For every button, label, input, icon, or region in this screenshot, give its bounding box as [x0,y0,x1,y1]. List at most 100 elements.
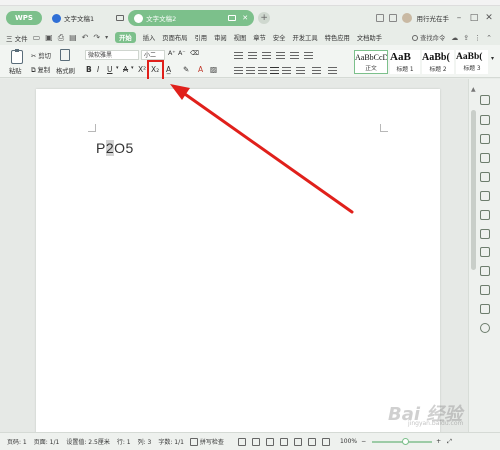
style-heading-3[interactable]: AaBb( 标题 3 [456,50,488,74]
share-icon[interactable]: ⇪ [463,34,469,42]
align-right-icon[interactable] [258,67,267,74]
style-heading-1[interactable]: AaB 标题 1 [390,50,420,74]
numbered-list-icon[interactable] [248,52,257,59]
style-heading-2[interactable]: AaBb( 标题 2 [422,50,454,74]
tab-display-icon[interactable] [116,15,125,21]
menu-start[interactable]: 开始 [115,32,136,43]
border-icon[interactable] [328,67,337,74]
more-options-icon[interactable]: ⋮ [474,34,481,42]
status-spellcheck[interactable]: 拼写检查 [200,437,224,446]
menu-section[interactable]: 章节 [253,33,266,42]
adjust-icon[interactable] [480,229,490,239]
print-icon[interactable]: ⎙ [58,33,64,43]
style-normal[interactable]: AaBbCcDd 正文 [354,50,388,74]
copy-button[interactable]: ⧉ 复制 [31,65,50,75]
text-effect-icon[interactable]: A̲ [166,65,171,74]
command-search[interactable]: 查找命令 [412,33,445,42]
help-icon[interactable] [480,323,490,333]
table-icon[interactable] [480,210,490,220]
spellcheck-icon[interactable] [189,437,198,446]
format-painter-button[interactable]: 格式刷 [56,66,75,75]
view-mode-icon[interactable] [237,437,246,446]
underline-dropdown-icon[interactable]: ▾ [116,65,119,71]
underline-button[interactable]: U [107,65,113,74]
decrease-indent-icon[interactable] [262,52,271,59]
paste-button[interactable]: 粘贴 [9,66,22,75]
zoom-level[interactable]: 100% [340,438,357,445]
menu-developer[interactable]: 开发工具 [292,33,317,42]
menu-view[interactable]: 视图 [234,33,247,42]
status-pages[interactable]: 页面: 1/1 [34,437,60,446]
file-menu[interactable]: 三 文件 [6,33,28,43]
open-icon[interactable]: ▭ [33,33,41,42]
menu-references[interactable]: 引用 [194,33,207,42]
bullet-list-icon[interactable] [234,52,243,59]
page-view-icon[interactable] [265,437,274,446]
reading-mode-icon[interactable] [293,437,302,446]
grid-icon[interactable] [388,14,397,22]
window-layout-icon[interactable] [375,14,384,22]
shapes-icon[interactable] [480,134,490,144]
tab-document-2[interactable]: 文字文稿2 ✕ [128,10,255,26]
web-view-icon[interactable] [307,437,316,446]
zoom-slider[interactable] [372,437,433,445]
strike-dropdown-icon[interactable]: ▾ [131,65,134,71]
zoom-in-icon[interactable]: + [436,438,441,445]
highlight-icon[interactable]: ✎ [183,65,189,74]
layout-icon[interactable] [480,304,490,314]
cut-button[interactable]: ✂ 剪切 [31,51,51,60]
sort-icon[interactable] [290,52,299,59]
font-color-icon[interactable]: A [198,65,203,74]
show-marks-icon[interactable] [304,52,313,59]
undo-icon[interactable]: ↶ [82,33,89,42]
user-name[interactable]: 用行光在手 [417,13,450,23]
shrink-font-icon[interactable]: A⁻ [178,50,186,57]
doc-list-icon[interactable] [480,266,490,276]
collapse-icon[interactable]: ⌃ [486,34,492,42]
status-words[interactable]: 字数: 1/1 [158,437,184,446]
menu-security[interactable]: 安全 [273,33,286,42]
align-left-icon[interactable] [234,67,243,74]
menu-insert[interactable]: 插入 [143,33,156,42]
wps-home-button[interactable]: WPS [6,11,42,25]
maximize-icon[interactable]: □ [469,13,479,23]
format-painter-icon[interactable] [60,49,70,61]
close-tab-icon[interactable]: ✕ [242,14,248,22]
select-icon[interactable] [480,115,490,125]
star-icon[interactable] [480,191,490,201]
close-icon[interactable]: ✕ [484,13,494,23]
pen-icon[interactable] [279,437,288,446]
avatar[interactable] [401,13,412,23]
clear-format-icon[interactable]: ⌫ [190,50,199,57]
paste-icon[interactable] [11,49,23,64]
grow-font-icon[interactable]: A⁺ [168,50,176,57]
menu-doc-assistant[interactable]: 文档助手 [357,33,382,42]
cloud-icon[interactable]: ☁ [451,34,458,42]
menu-features[interactable]: 特色应用 [325,33,350,42]
zoom-out-icon[interactable]: − [361,438,366,445]
history-icon[interactable] [480,285,490,295]
tab-display-icon[interactable] [228,15,237,21]
font-family-select[interactable]: 微软雅黑 [85,50,139,60]
line-spacing-icon[interactable] [296,67,305,74]
outline-view-icon[interactable] [251,437,260,446]
align-center-icon[interactable] [246,67,255,74]
eye-icon[interactable] [321,437,330,446]
comment-icon[interactable] [480,247,490,257]
distribute-icon[interactable] [282,67,291,74]
menu-page-layout[interactable]: 页面布局 [162,33,187,42]
book-icon[interactable] [480,172,490,182]
char-shading-icon[interactable]: ▨ [210,65,217,74]
minimize-icon[interactable]: – [454,13,464,23]
vertical-scrollbar[interactable] [471,110,476,270]
preview-icon[interactable]: ▤ [69,33,77,42]
increase-indent-icon[interactable] [276,52,285,59]
save-icon[interactable]: ▣ [45,33,53,42]
link-icon[interactable] [480,153,490,163]
shading-icon[interactable] [312,67,321,74]
fit-width-icon[interactable]: ⤢ [447,438,452,446]
menu-review[interactable]: 审阅 [214,33,227,42]
edit-icon[interactable] [480,95,490,105]
more-icon[interactable]: ▾ [105,34,108,41]
strikethrough-button[interactable]: A [123,65,128,74]
